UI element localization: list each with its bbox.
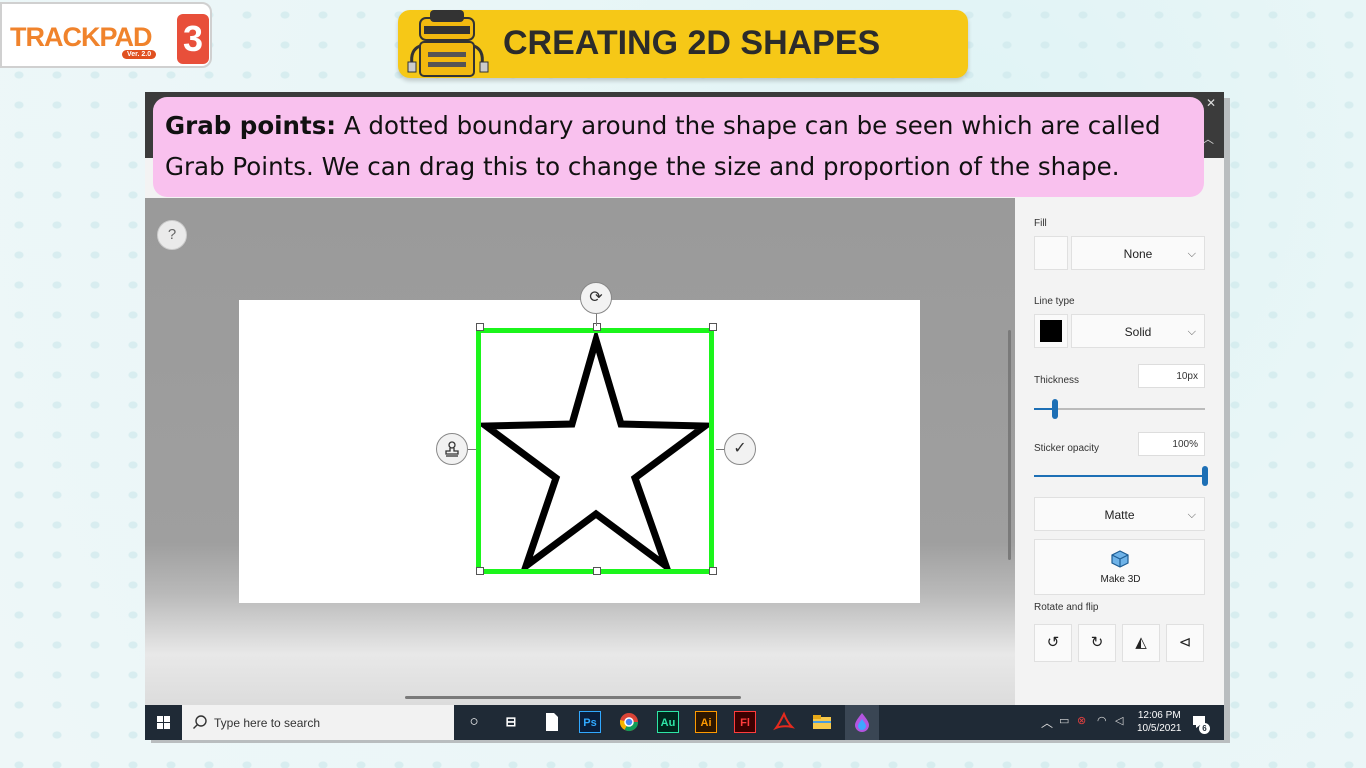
acrobat-icon[interactable] (773, 711, 795, 733)
chevron-up-icon[interactable]: ︿ (1041, 714, 1053, 731)
chrome-icon[interactable] (618, 711, 640, 733)
grab-points-callout: Grab points: A dotted boundary around th… (153, 97, 1204, 197)
fill-label: Fill (1034, 218, 1047, 229)
finish-dropdown[interactable]: Matte ⌵ (1034, 497, 1205, 531)
illustrator-icon[interactable]: Ai (695, 711, 717, 733)
rotate-icon: ⟳ (589, 289, 603, 306)
network-error-icon[interactable]: ⊗ (1077, 714, 1086, 727)
wifi-icon[interactable]: ◠ (1097, 714, 1107, 727)
search-placeholder: Type here to search (214, 716, 321, 730)
volume-icon[interactable]: ◁ (1115, 714, 1123, 727)
line-type-value: Solid (1124, 325, 1152, 339)
grab-point-top-left[interactable] (476, 323, 484, 331)
thickness-slider-thumb[interactable] (1052, 399, 1058, 419)
thickness-label: Thickness (1034, 375, 1080, 386)
search-icon (193, 715, 207, 729)
photoshop-icon[interactable]: Ps (579, 711, 601, 733)
stamp-handle-line (468, 449, 476, 450)
title-banner: CREATING 2D SHAPES (398, 10, 968, 78)
thickness-slider-track (1034, 408, 1205, 410)
line-color-swatch[interactable] (1034, 314, 1068, 348)
battery-icon[interactable]: ▭ (1059, 714, 1069, 727)
task-view-icon[interactable]: ⊟ (500, 711, 522, 733)
opacity-slider-fill (1034, 475, 1205, 477)
rotate-handle-line (596, 314, 597, 326)
robot-mascot-icon (407, 10, 489, 77)
notification-count-badge: 6 (1199, 723, 1210, 734)
flash-icon[interactable]: Fl (734, 711, 756, 733)
thickness-input[interactable]: 10px (1138, 364, 1205, 388)
stamp-icon (445, 441, 459, 457)
taskbar-search-box[interactable]: Type here to search (182, 705, 454, 740)
commit-button[interactable]: ✓ (724, 433, 756, 465)
chevron-down-icon: ⌵ (1187, 509, 1196, 521)
help-button[interactable]: ? (157, 220, 187, 250)
flip-horizontal-button[interactable]: ◭ (1122, 624, 1160, 662)
finish-value: Matte (1104, 508, 1135, 522)
fill-value: None (1123, 247, 1153, 261)
logo-version: Ver. 2.0 (122, 50, 157, 59)
make-3d-button[interactable]: Make 3D (1034, 539, 1205, 595)
grab-point-bottom[interactable] (593, 567, 601, 575)
flip-vertical-button[interactable]: ⊲ (1166, 624, 1204, 662)
paint3d-taskbar-button[interactable] (845, 705, 879, 740)
fill-dropdown[interactable]: None ⌵ (1071, 236, 1205, 270)
chevron-down-icon: ⌵ (1187, 326, 1196, 338)
grab-point-bottom-left[interactable] (476, 567, 484, 575)
taskbar-clock[interactable]: 12:06 PM 10/5/2021 (1137, 709, 1182, 735)
stamp-button[interactable] (436, 433, 468, 465)
paint3d-icon (855, 713, 869, 732)
grab-points-selection-box[interactable] (476, 328, 714, 574)
opacity-slider-thumb[interactable] (1202, 466, 1208, 486)
rotate-right-button[interactable]: ↻ (1078, 624, 1116, 662)
file-explorer-icon[interactable] (811, 711, 833, 733)
rotate-flip-label: Rotate and flip (1034, 602, 1099, 613)
line-color-fill (1040, 320, 1062, 342)
clock-time: 12:06 PM (1137, 710, 1181, 721)
flip-vertical-icon: ⊲ (1178, 634, 1192, 651)
line-type-dropdown[interactable]: Solid ⌵ (1071, 314, 1205, 348)
file-icon[interactable] (541, 711, 563, 733)
flip-horizontal-icon: ◭ (1135, 634, 1147, 651)
audition-icon[interactable]: Au (657, 711, 679, 733)
checkmark-icon: ✓ (733, 440, 747, 457)
rotate-right-icon: ↻ (1090, 634, 1104, 651)
shape-properties-panel: Fill None ⌵ Line type Solid ⌵ Thickness … (1015, 198, 1224, 705)
fill-color-swatch[interactable] (1034, 236, 1068, 270)
rotate-left-button[interactable]: ↺ (1034, 624, 1072, 662)
grab-point-top-right[interactable] (709, 323, 717, 331)
grab-point-bottom-right[interactable] (709, 567, 717, 575)
grab-point-top[interactable] (593, 323, 601, 331)
horizontal-scrollbar[interactable] (405, 696, 741, 699)
clock-date: 10/5/2021 (1137, 723, 1182, 734)
close-icon[interactable]: ✕ (1206, 96, 1216, 110)
opacity-input[interactable]: 100% (1138, 432, 1205, 456)
windows-start-icon[interactable] (145, 705, 181, 740)
rotate-left-icon: ↺ (1046, 634, 1060, 651)
commit-handle-line (716, 449, 724, 450)
cube-icon (1111, 550, 1129, 568)
make-3d-label: Make 3D (1100, 574, 1141, 585)
chevron-down-icon: ⌵ (1187, 248, 1196, 260)
rotate-handle-button[interactable]: ⟳ (580, 282, 612, 314)
logo-text: TRACKPAD (10, 22, 152, 52)
banner-title: CREATING 2D SHAPES (503, 24, 881, 62)
vertical-scrollbar[interactable] (1008, 330, 1011, 560)
trackpad-logo: TRACKPAD Ver. 2.0 3 (0, 2, 212, 68)
logo-badge: 3 (177, 14, 209, 64)
line-type-label: Line type (1034, 296, 1075, 307)
callout-term: Grab points: (165, 111, 337, 140)
windows-taskbar: Type here to search ○ ⊟ Ps Au Ai Fl ︿ ▭ … (145, 705, 1224, 740)
cortana-icon[interactable]: ○ (463, 711, 485, 733)
opacity-label: Sticker opacity (1034, 443, 1100, 454)
